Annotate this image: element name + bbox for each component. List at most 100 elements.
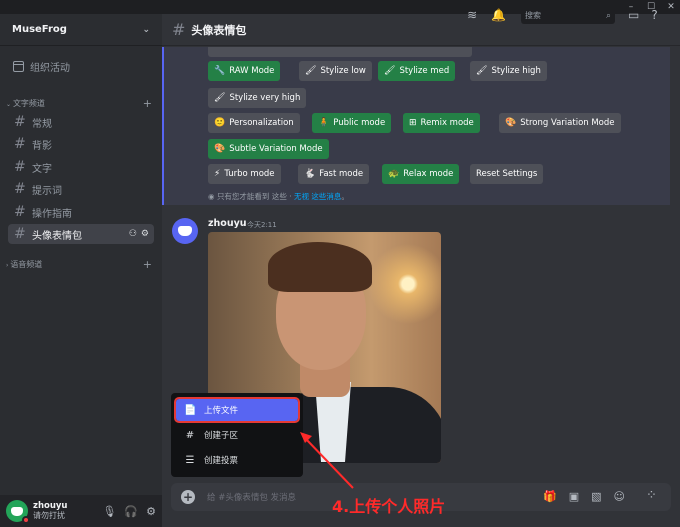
- poll-icon: ☰: [185, 454, 195, 466]
- hash-icon: #: [14, 204, 26, 220]
- gear-icon[interactable]: ⚙: [146, 505, 156, 518]
- remix-icon: ⊞: [409, 118, 417, 128]
- stylize-very-high-button[interactable]: 🖌 Stylize very high: [208, 88, 307, 108]
- channel-label: 操作指南: [32, 208, 72, 220]
- person-icon: 🙂: [214, 118, 226, 128]
- dismiss-link[interactable]: 无视 这些消息: [294, 192, 341, 201]
- sticker-icon[interactable]: ▧: [591, 490, 601, 503]
- search-input[interactable]: 搜索 ⌕: [521, 8, 615, 24]
- chevron-down-icon: ⌄: [142, 24, 150, 35]
- brush-icon: 🖌: [476, 66, 488, 76]
- avatar[interactable]: [172, 218, 198, 244]
- public-mode-button[interactable]: 🧍 Public mode: [312, 113, 392, 133]
- gift-icon[interactable]: 🎁: [543, 490, 557, 503]
- category-label: 文字频道: [12, 98, 45, 108]
- channel-item-active[interactable]: # 头像表情包 ⚇ ⚙: [8, 224, 154, 244]
- message-author[interactable]: zhouyu: [208, 218, 247, 229]
- previous-button[interactable]: [208, 47, 472, 57]
- calendar-icon: [13, 60, 24, 72]
- hash-icon: #: [14, 159, 26, 175]
- channel-label: 文字: [32, 163, 52, 175]
- fast-mode-button[interactable]: 🐇 Fast mode: [298, 164, 370, 184]
- thread-icon: #: [185, 429, 195, 441]
- brush-icon: 🖌: [214, 93, 226, 103]
- hash-icon: #: [172, 20, 186, 39]
- dnd-status-icon: [22, 516, 30, 524]
- turtle-icon: 🐢: [388, 169, 400, 179]
- create-channel-icon[interactable]: +: [143, 258, 152, 271]
- apps-icon[interactable]: ⁘: [646, 488, 657, 503]
- brush-icon: 🖌: [384, 66, 396, 76]
- upload-file-menu-item[interactable]: 📄 上传文件: [174, 397, 300, 423]
- menu-label: 上传文件: [204, 406, 239, 416]
- user-status: 请勿打扰: [33, 511, 65, 520]
- raw-icon: 🔧: [214, 66, 226, 76]
- stylize-med-button[interactable]: 🖌 Stylize med: [378, 61, 456, 81]
- microphone-icon[interactable]: 🎙: [102, 505, 116, 518]
- remix-mode-button[interactable]: ⊞ Remix mode: [403, 113, 480, 133]
- hash-icon: #: [14, 226, 26, 242]
- annotation-label: 4.上传个人照片: [332, 497, 446, 516]
- create-poll-menu-item[interactable]: ☰ 创建投票: [176, 449, 298, 471]
- hash-icon: #: [14, 114, 26, 130]
- user-panel: zhouyu 请勿打扰 🎙 🎧 ⚙: [0, 495, 162, 527]
- hash-icon: #: [14, 181, 26, 197]
- eye-icon: ◉: [208, 192, 217, 201]
- username: zhouyu: [33, 501, 68, 511]
- attach-plus-button[interactable]: +: [181, 490, 195, 504]
- category-text-channels[interactable]: ⌄ 文字频道 +: [6, 96, 152, 110]
- turbo-mode-button[interactable]: ⚡ Turbo mode: [208, 164, 281, 184]
- composer-placeholder: 给 #头像表情包 发消息: [207, 493, 297, 503]
- personalization-button[interactable]: 🙂 Personalization: [208, 113, 300, 133]
- help-icon[interactable]: ?: [651, 8, 657, 22]
- person-standing-icon: 🧍: [318, 118, 330, 128]
- inbox-icon[interactable]: ▭: [628, 8, 639, 22]
- channel-label: 提示词: [32, 185, 62, 197]
- server-header[interactable]: MuseFrog ⌄: [0, 14, 162, 46]
- emoji-icon[interactable]: ☺: [614, 490, 625, 503]
- palette-icon: 🎨: [214, 144, 226, 154]
- channel-item[interactable]: # 提示词: [8, 179, 154, 199]
- avatar[interactable]: [6, 500, 30, 524]
- lightning-icon: ⚡: [214, 169, 221, 179]
- menu-label: 创建投票: [204, 456, 239, 466]
- relax-mode-button[interactable]: 🐢 Relax mode: [382, 164, 460, 184]
- create-thread-menu-item[interactable]: # 创建子区: [176, 424, 298, 446]
- ephemeral-notice: ◉ 只有您才能看到 这些 · 无视 这些消息。: [208, 192, 349, 201]
- discord-window: – ☐ ✕ MuseFrog ⌄ 组织活动 ⌄ 文字频道 + # 常规 # 背影…: [0, 0, 680, 527]
- gear-icon[interactable]: ⚙: [141, 229, 149, 239]
- channel-item[interactable]: # 操作指南: [8, 202, 154, 222]
- category-voice-channels[interactable]: › 语音频道 +: [6, 257, 152, 271]
- channel-sidebar: MuseFrog ⌄ 组织活动 ⌄ 文字频道 + # 常规 # 背影 # 文字 …: [0, 14, 162, 527]
- brush-icon: 🖌: [305, 66, 317, 76]
- channel-label: 头像表情包: [32, 230, 82, 242]
- close-button[interactable]: ✕: [664, 0, 678, 14]
- subtle-variation-button[interactable]: 🎨 Subtle Variation Mode: [208, 139, 329, 159]
- hash-icon: #: [14, 136, 26, 152]
- channel-label: 背影: [32, 140, 52, 152]
- channel-title: 头像表情包: [191, 23, 247, 37]
- stylize-high-button[interactable]: 🖌 Stylize high: [470, 61, 547, 81]
- menu-label: 创建子区: [204, 431, 239, 441]
- channel-item[interactable]: # 文字: [8, 157, 154, 177]
- channel-item[interactable]: # 背影: [8, 134, 154, 154]
- events-label: 组织活动: [30, 62, 70, 74]
- bell-icon[interactable]: 🔔: [491, 8, 506, 22]
- invite-icon[interactable]: ⚇: [129, 229, 137, 239]
- channel-item[interactable]: # 常规: [8, 112, 154, 132]
- mention-bar: [162, 47, 164, 205]
- message-timestamp: 今天2:11: [247, 221, 277, 229]
- strong-variation-button[interactable]: 🎨 Strong Variation Mode: [499, 113, 621, 133]
- stylize-low-button[interactable]: 🖌 Stylize low: [299, 61, 372, 81]
- channel-label: 常规: [32, 118, 52, 130]
- headphones-icon[interactable]: 🎧: [124, 505, 138, 518]
- category-label: 语音频道: [10, 259, 43, 269]
- create-channel-icon[interactable]: +: [143, 97, 152, 110]
- threads-icon[interactable]: ≋: [467, 8, 477, 22]
- events-item[interactable]: 组织活动: [8, 56, 154, 76]
- palette-icon: 🎨: [505, 118, 517, 128]
- attach-menu: 📄 上传文件 # 创建子区 ☰ 创建投票: [171, 393, 303, 477]
- gif-icon[interactable]: ▣: [569, 490, 579, 503]
- raw-mode-button[interactable]: 🔧 RAW Mode: [208, 61, 281, 81]
- reset-settings-button[interactable]: Reset Settings: [470, 164, 544, 184]
